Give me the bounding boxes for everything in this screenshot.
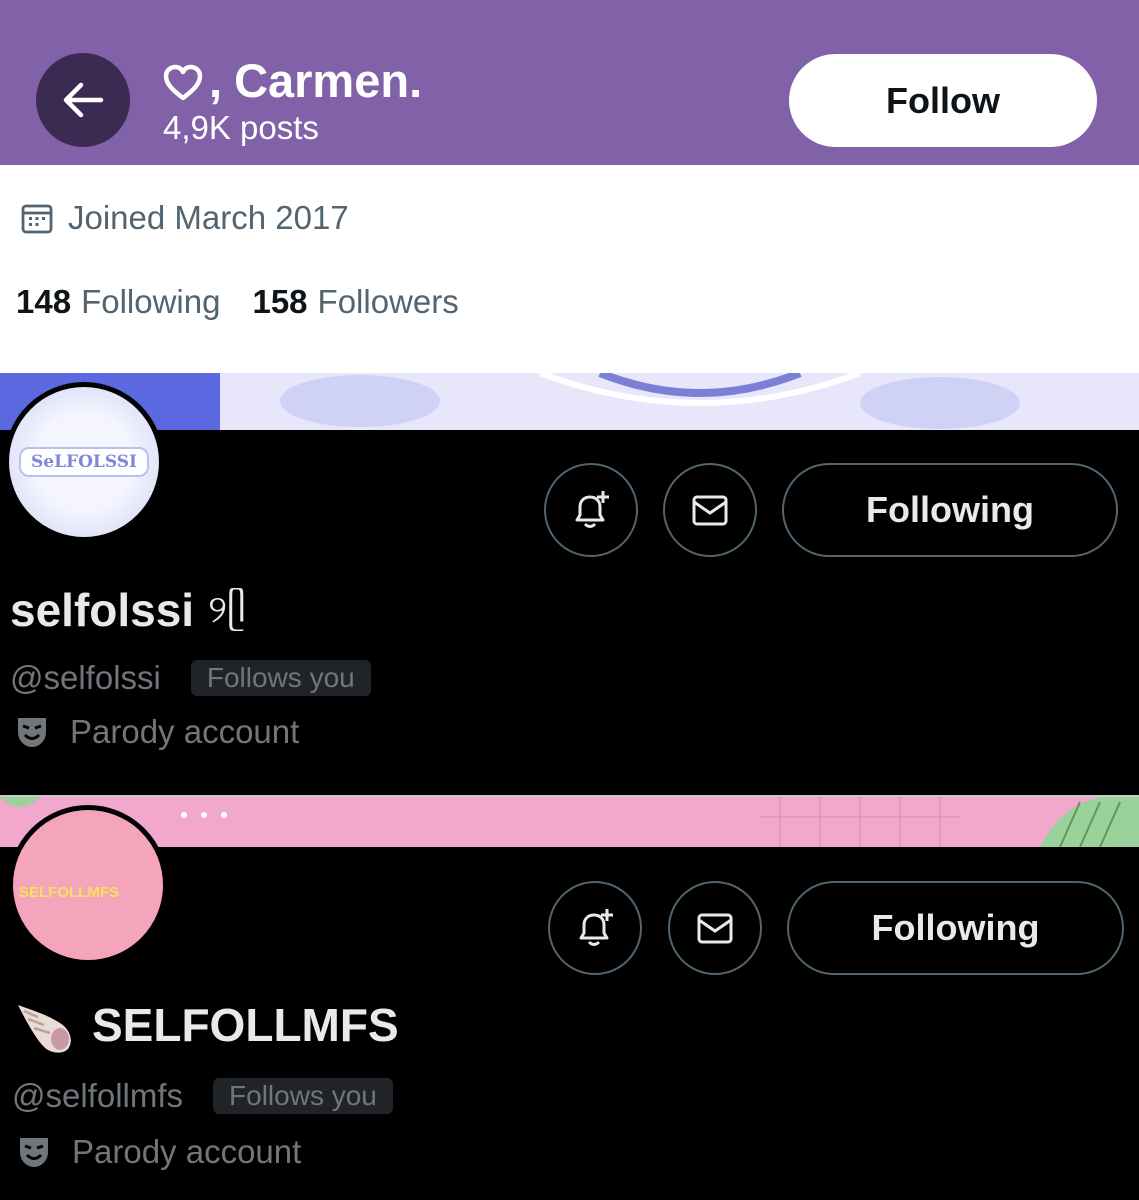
- follows-you-badge: Follows you: [213, 1078, 393, 1114]
- parody-label: Parody account: [14, 713, 299, 751]
- notifications-button[interactable]: [548, 881, 642, 975]
- title-comma: ,: [209, 54, 223, 107]
- parody-text: Parody account: [72, 1133, 302, 1170]
- back-button[interactable]: [36, 53, 130, 147]
- avatar[interactable]: SELFOLLMFS: [8, 805, 168, 965]
- profile-banner: [0, 373, 1139, 430]
- joined-date: Joined March 2017: [20, 199, 349, 237]
- bell-plus-icon: [579, 909, 613, 946]
- display-name: Carmen.: [234, 54, 423, 107]
- followers-stat[interactable]: 158 Followers: [252, 283, 458, 321]
- account-name: SELFOLLMFS: [14, 995, 399, 1055]
- following-button[interactable]: Following: [787, 881, 1124, 975]
- profile-banner: [0, 797, 1139, 847]
- shell-emoji: [18, 1005, 71, 1053]
- avatar-label: SeLFOLSSI: [18, 447, 149, 477]
- handle-row: @selfollmfs Follows you: [12, 1077, 393, 1115]
- avatar[interactable]: SeLFOLSSI: [4, 382, 164, 542]
- followers-count: 158: [252, 283, 308, 320]
- account-handle: @selfollmfs: [12, 1077, 184, 1114]
- avatar-label: SELFOLLMFS: [19, 884, 119, 901]
- theater-mask-icon: [18, 718, 46, 747]
- mail-icon: [697, 913, 733, 944]
- follow-button[interactable]: Follow: [789, 54, 1097, 147]
- profile-title: , Carmen.: [163, 52, 422, 110]
- message-button[interactable]: [663, 463, 757, 557]
- profile-info: Joined March 2017 148 Following 158 Follow…: [0, 165, 1139, 373]
- heart-icon: [163, 64, 203, 101]
- followers-label: Followers: [317, 283, 459, 320]
- notifications-button[interactable]: [544, 463, 638, 557]
- back-arrow-icon: [63, 82, 104, 118]
- posts-count: 4,9K posts: [163, 109, 319, 146]
- joined-text: Joined March 2017: [68, 199, 349, 236]
- parody-label: Parody account: [16, 1133, 301, 1171]
- parody-text: Parody account: [70, 713, 300, 750]
- calendar-icon: [21, 204, 53, 234]
- following-stat[interactable]: 148 Following: [16, 283, 220, 321]
- following-count: 148: [16, 283, 72, 320]
- following-button[interactable]: Following: [782, 463, 1118, 557]
- account-name-text: SELFOLLMFS: [92, 999, 399, 1051]
- following-label: Following: [81, 283, 221, 320]
- profile-card-selfolssi: SeLFOLSSI Following selfolssi ୨ᥫ @selfol…: [0, 373, 1139, 795]
- follows-you-badge: Follows you: [190, 660, 371, 696]
- account-name-text: selfolssi: [10, 584, 195, 636]
- profile-card-selfollmfs: SELFOLLMFS Following SELFOLLMFS @selfoll…: [0, 797, 1139, 1200]
- handle-row: @selfolssi Follows you: [10, 659, 371, 697]
- theater-mask-icon: [20, 1138, 48, 1167]
- profile-header: , Carmen. 4,9K posts Follow: [0, 0, 1139, 165]
- bell-plus-icon: [575, 491, 609, 528]
- follow-stats: 148 Following 158 Followers: [16, 283, 459, 321]
- account-name: selfolssi ୨ᥫ: [10, 583, 246, 637]
- message-button[interactable]: [668, 881, 762, 975]
- account-name-suffix: ୨ᥫ: [208, 588, 247, 631]
- mail-icon: [692, 495, 728, 526]
- account-handle: @selfolssi: [10, 659, 161, 696]
